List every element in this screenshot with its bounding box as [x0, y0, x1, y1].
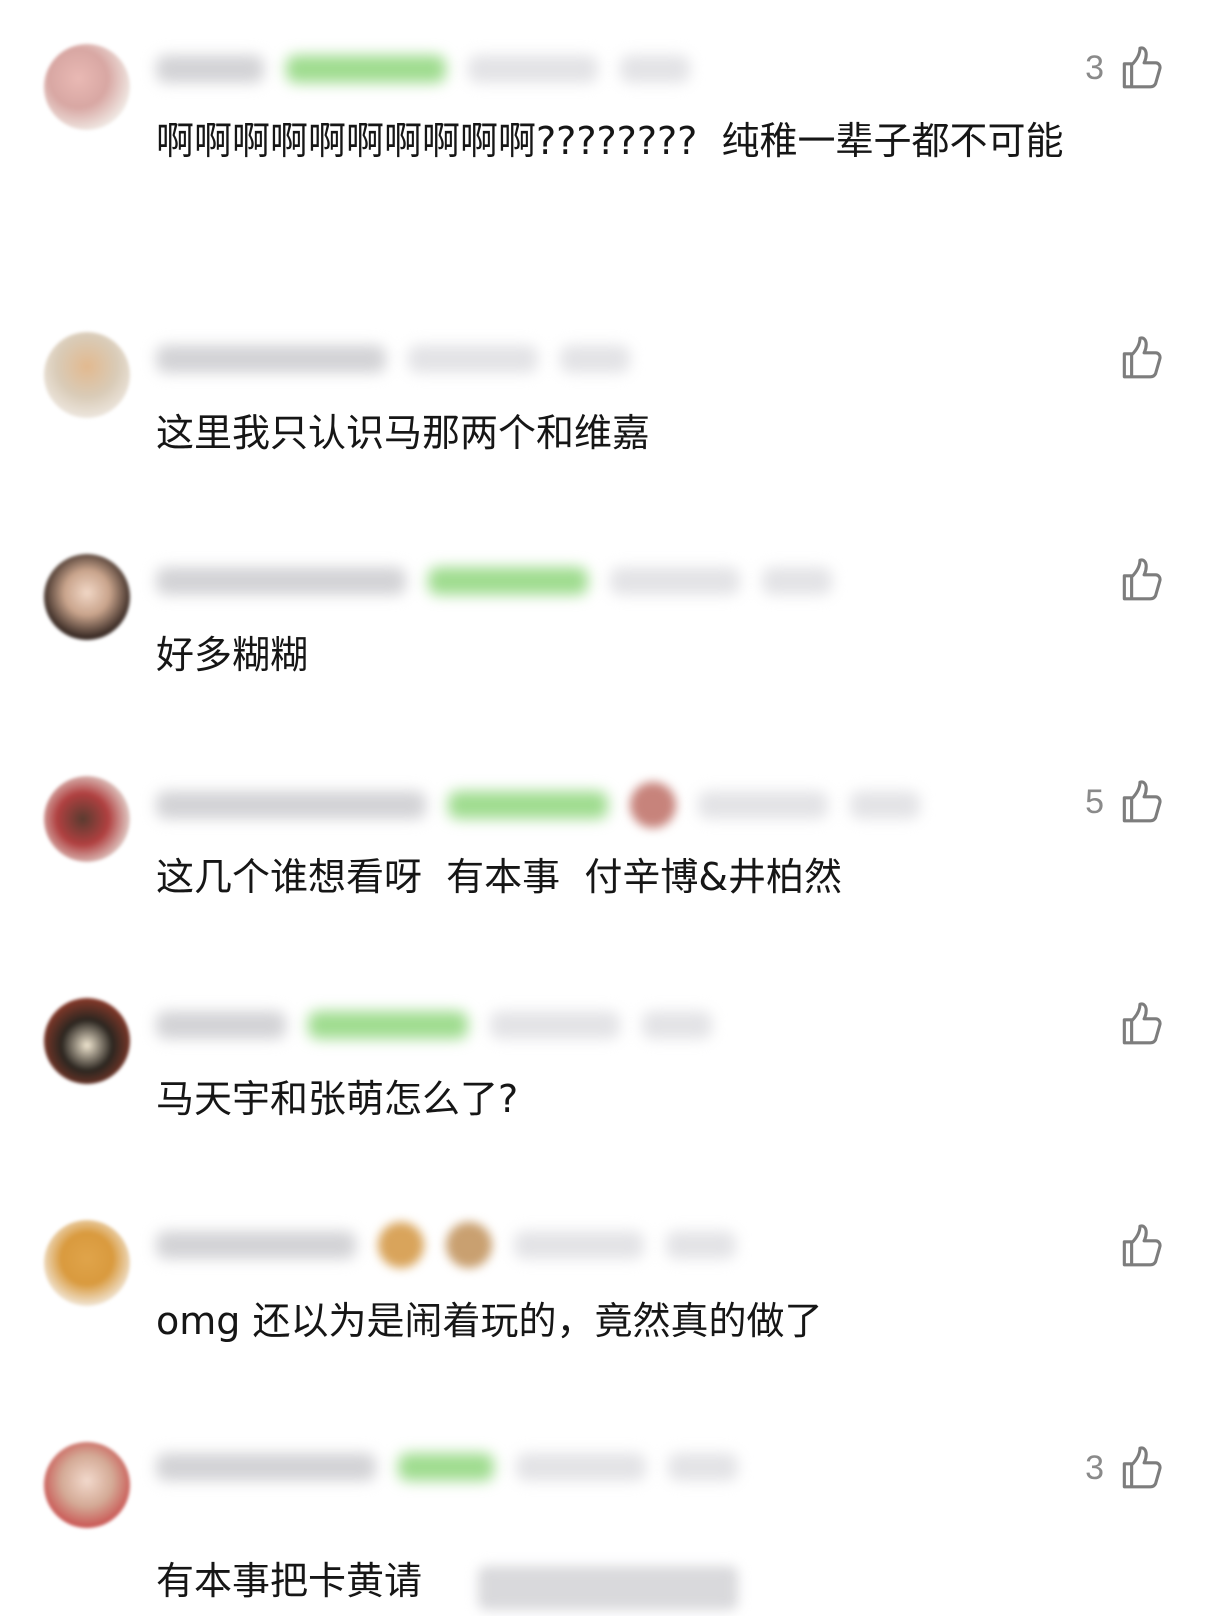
comment-header-blurred: [156, 1450, 738, 1484]
text-blurred: [478, 1566, 738, 1610]
badge-blurred: [428, 567, 588, 595]
avatar[interactable]: [44, 554, 130, 640]
avatar[interactable]: [44, 998, 130, 1084]
username-blurred[interactable]: [156, 1011, 286, 1039]
username-blurred[interactable]: [156, 567, 406, 595]
username-blurred[interactable]: [156, 791, 426, 819]
location-blurred: [560, 345, 630, 373]
timestamp-blurred: [698, 791, 828, 819]
avatar[interactable]: [44, 44, 130, 130]
timestamp-blurred: [468, 55, 598, 83]
like-button[interactable]: 3: [1085, 38, 1166, 98]
thumbs-up-icon[interactable]: [1116, 555, 1166, 605]
location-blurred: [668, 1453, 738, 1481]
thumbs-up-icon[interactable]: [1116, 999, 1166, 1049]
location-blurred: [642, 1011, 712, 1039]
comment-text: 马天宇和张萌怎么了?: [156, 1077, 519, 1121]
username-blurred[interactable]: [156, 1231, 356, 1259]
timestamp-blurred: [610, 567, 740, 595]
badge-avatar-blurred: [446, 1222, 492, 1268]
like-button[interactable]: 5: [1085, 772, 1166, 832]
like-button[interactable]: 3: [1085, 1438, 1166, 1498]
comment-header-blurred: [156, 52, 690, 86]
timestamp-blurred: [408, 345, 538, 373]
badge-avatar-blurred: [378, 1222, 424, 1268]
badge-blurred: [398, 1453, 494, 1481]
avatar[interactable]: [44, 332, 130, 418]
username-blurred[interactable]: [156, 55, 264, 83]
like-count: 3: [1085, 1449, 1104, 1487]
like-button[interactable]: [1104, 1216, 1166, 1276]
thumbs-up-icon[interactable]: [1116, 1443, 1166, 1493]
avatar[interactable]: [44, 776, 130, 862]
like-button[interactable]: [1104, 994, 1166, 1054]
badge-blurred: [286, 55, 446, 83]
location-blurred: [762, 567, 832, 595]
location-blurred: [850, 791, 920, 819]
comment-text: 这几个谁想看呀 有本事 付辛博&井柏然: [156, 855, 842, 899]
comment-header-blurred: [156, 1222, 736, 1268]
thumbs-up-icon[interactable]: [1116, 1221, 1166, 1271]
location-blurred: [620, 55, 690, 83]
comment-header-blurred: [156, 342, 630, 376]
comment-header-blurred: [156, 782, 920, 828]
comment-header-blurred: [156, 564, 832, 598]
thumbs-up-icon[interactable]: [1116, 333, 1166, 383]
like-button[interactable]: [1104, 550, 1166, 610]
like-button[interactable]: [1104, 328, 1166, 388]
avatar[interactable]: [44, 1220, 130, 1306]
like-count: 5: [1085, 783, 1104, 821]
timestamp-blurred: [514, 1231, 644, 1259]
timestamp-blurred: [490, 1011, 620, 1039]
avatar[interactable]: [44, 1442, 130, 1528]
comment-text: 啊啊啊啊啊啊啊啊啊啊???????? 纯稚一辈子都不可能: [156, 119, 1064, 163]
thumbs-up-icon[interactable]: [1116, 777, 1166, 827]
badge-blurred: [448, 791, 608, 819]
thumbs-up-icon[interactable]: [1116, 43, 1166, 93]
comment-text: 好多糊糊: [156, 633, 309, 677]
badge-avatar-blurred: [630, 782, 676, 828]
timestamp-blurred: [516, 1453, 646, 1481]
comment-header-blurred: [156, 1008, 712, 1042]
username-blurred[interactable]: [156, 345, 386, 373]
comment-text: 这里我只认识马那两个和维嘉: [156, 411, 651, 455]
username-blurred[interactable]: [156, 1453, 376, 1481]
comment-text: omg 还以为是闹着玩的，竟然真的做了: [156, 1299, 823, 1343]
badge-blurred: [308, 1011, 468, 1039]
location-blurred: [666, 1231, 736, 1259]
like-count: 3: [1085, 49, 1104, 87]
